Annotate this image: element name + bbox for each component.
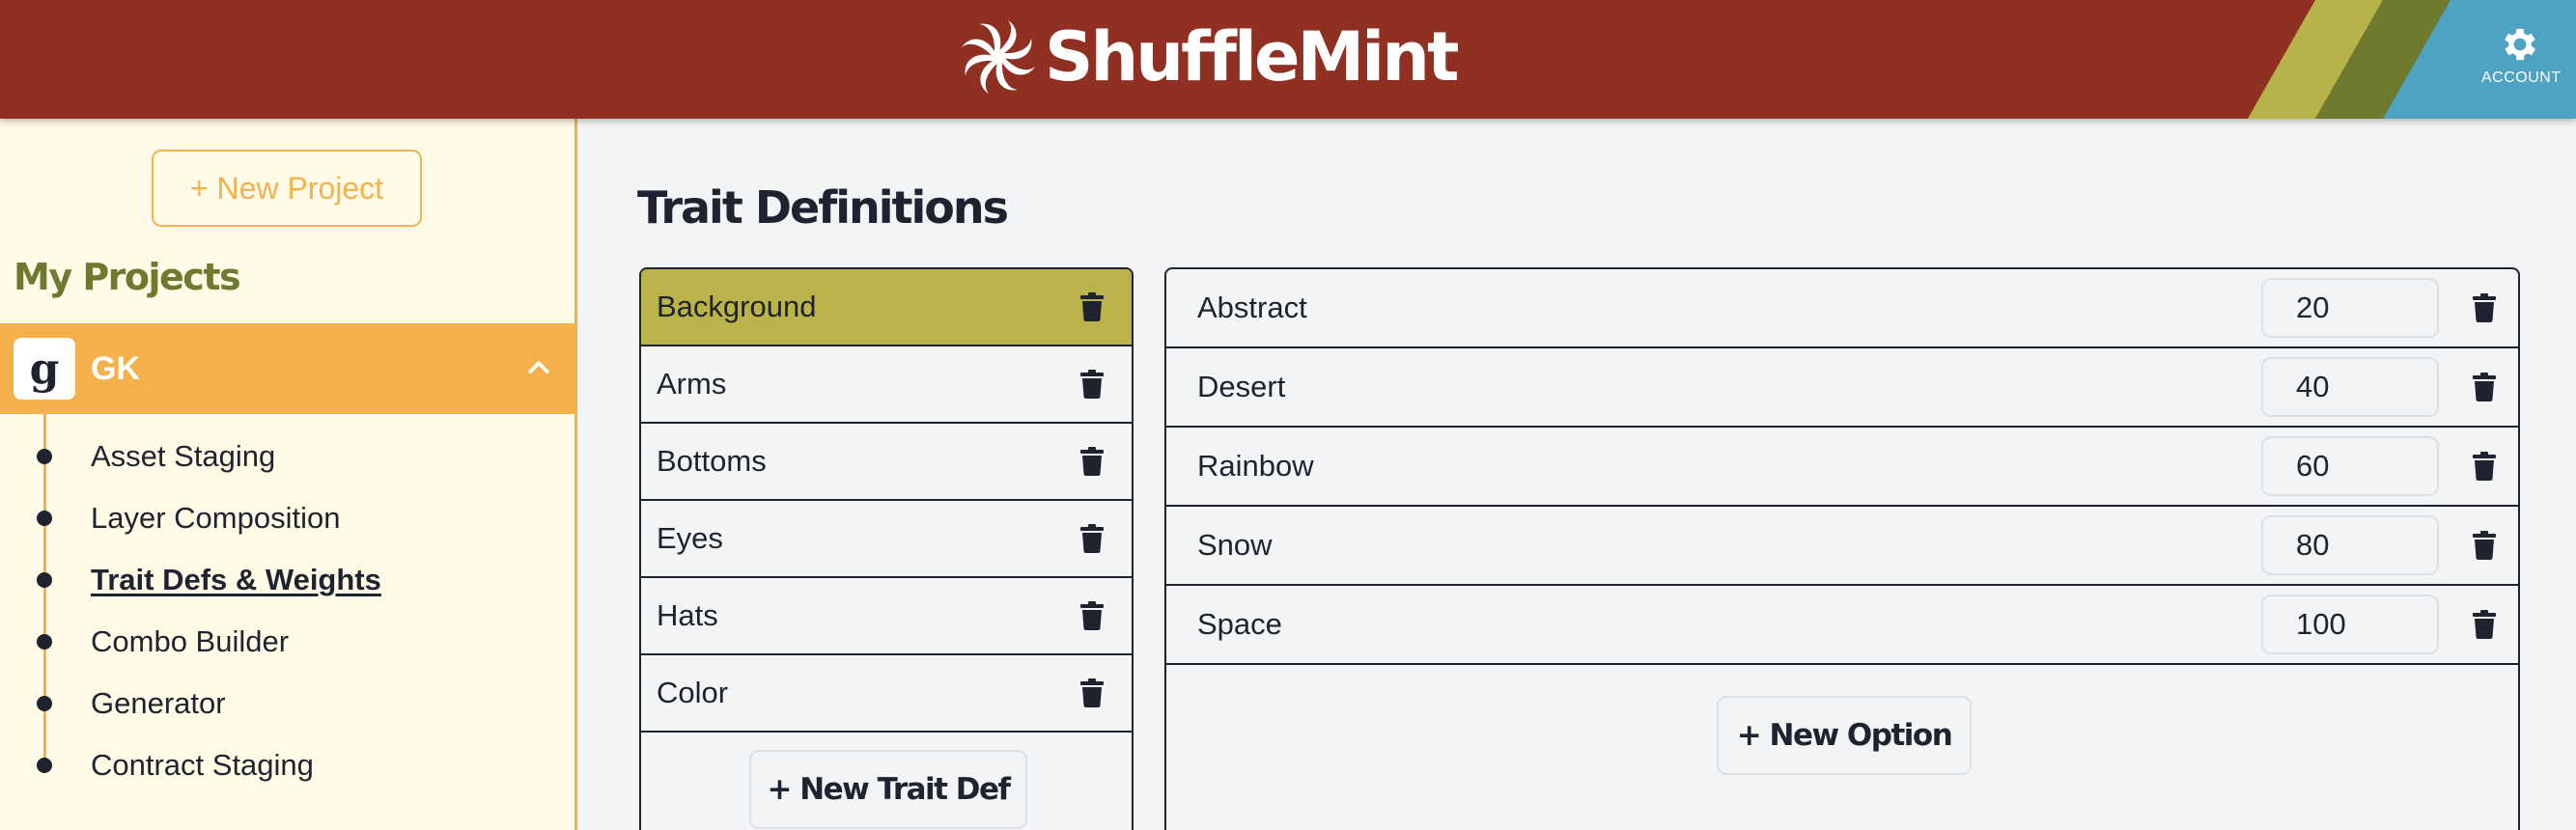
nav-bullet (37, 511, 52, 526)
nav-bullet (37, 696, 52, 711)
nav-item-label: Contract Staging (91, 748, 314, 782)
trait-def-row[interactable]: Background (641, 269, 1132, 346)
trash-icon[interactable] (2472, 293, 2497, 322)
trait-def-row[interactable]: Bottoms (641, 424, 1132, 501)
nav-item-label: Combo Builder (91, 624, 290, 658)
option-weight-input[interactable] (2261, 595, 2439, 654)
account-button[interactable]: ACCOUNT (2481, 23, 2562, 87)
option-weight-input[interactable] (2261, 357, 2439, 417)
nav-item-generator[interactable]: Generator (0, 673, 381, 734)
trash-icon[interactable] (1079, 678, 1105, 707)
option-row: Desert (1166, 348, 2518, 428)
brand-logo[interactable]: ShuffleMint (960, 15, 1459, 98)
new-trait-def-button[interactable]: + New Trait Def (749, 750, 1027, 829)
option-weight-input[interactable] (2261, 515, 2439, 575)
nav-item-combo-builder[interactable]: Combo Builder (0, 611, 381, 673)
new-option-button[interactable]: + New Option (1717, 696, 1972, 775)
nav-item-label: Layer Composition (91, 501, 341, 535)
trash-icon[interactable] (2472, 373, 2497, 401)
trait-def-row[interactable]: Arms (641, 346, 1132, 424)
new-project-button[interactable]: + New Project (152, 150, 422, 227)
option-name: Snow (1197, 528, 1273, 562)
trash-icon[interactable] (1079, 524, 1105, 553)
option-weight-input[interactable] (2261, 278, 2439, 338)
trash-icon[interactable] (1079, 447, 1105, 476)
page-title: Trait Definitions (637, 181, 1009, 234)
trait-def-row[interactable]: Eyes (641, 501, 1132, 578)
chevron-up-icon[interactable] (524, 352, 553, 381)
option-row: Space (1166, 586, 2518, 665)
trash-icon[interactable] (1079, 601, 1105, 630)
nav-bullet (37, 572, 52, 588)
trash-icon[interactable] (2472, 452, 2497, 481)
nav-item-contract-staging[interactable]: Contract Staging (0, 734, 381, 796)
project-item-gk[interactable]: g GK (0, 323, 574, 414)
project-avatar: g (14, 338, 75, 400)
trash-icon[interactable] (2472, 610, 2497, 639)
trait-defs-list: Background Arms Bottoms Eyes Hats Color … (639, 267, 1134, 830)
trait-def-name: Bottoms (657, 444, 767, 478)
option-row: Snow (1166, 507, 2518, 586)
nav-item-label: Asset Staging (91, 439, 276, 473)
option-row: Abstract (1166, 269, 2518, 348)
nav-item-asset-staging[interactable]: Asset Staging (0, 426, 381, 487)
account-label: ACCOUNT (2481, 69, 2562, 86)
trait-def-name: Eyes (657, 521, 723, 555)
option-row: Rainbow (1166, 428, 2518, 507)
option-name: Rainbow (1197, 449, 1314, 483)
nav-item-trait-defs-weights[interactable]: Trait Defs & Weights (0, 549, 381, 611)
section-title-my-projects: My Projects (14, 256, 241, 298)
project-name: GK (91, 349, 140, 387)
option-name: Space (1197, 607, 1282, 641)
gear-icon (2505, 28, 2535, 61)
trait-def-name: Color (657, 676, 729, 709)
nav-item-layer-composition[interactable]: Layer Composition (0, 487, 381, 549)
nav-bullet (37, 634, 52, 650)
sidebar: + New Project My Projects g GK Asset Sta… (0, 119, 577, 830)
trait-def-row[interactable]: Color (641, 655, 1132, 733)
trash-icon[interactable] (1079, 370, 1105, 399)
trash-icon[interactable] (1079, 292, 1105, 321)
option-weight-input[interactable] (2261, 436, 2439, 496)
trash-icon[interactable] (2472, 531, 2497, 560)
trait-def-name: Hats (657, 598, 718, 632)
nav-item-label: Trait Defs & Weights (91, 563, 381, 596)
app-header: ShuffleMint ACCOUNT (0, 0, 2576, 119)
option-name: Desert (1197, 370, 1286, 403)
option-name: Abstract (1197, 290, 1307, 324)
nav-bullet (37, 758, 52, 773)
brand-name: ShuffleMint (1045, 17, 1459, 97)
trait-def-name: Arms (657, 367, 727, 401)
trait-options-list: Abstract Desert Rainbow Snow Space + New… (1164, 267, 2520, 830)
trait-def-name: Background (657, 290, 817, 323)
swirl-logo-icon (962, 20, 1035, 94)
trait-def-row[interactable]: Hats (641, 578, 1132, 655)
project-nav: Asset Staging Layer Composition Trait De… (0, 426, 381, 796)
nav-bullet (37, 449, 52, 464)
nav-item-label: Generator (91, 686, 226, 720)
